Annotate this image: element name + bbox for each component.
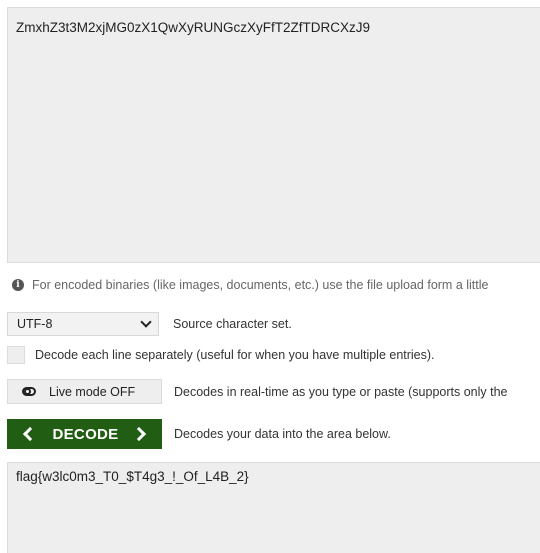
decode-row: DECODE Decodes your data into the area b… bbox=[7, 419, 391, 449]
decoded-output-value: flag{w3lc0m3_T0_$T4g3_!_Of_L4B_2} bbox=[16, 469, 249, 484]
decode-each-line-checkbox[interactable] bbox=[7, 346, 25, 364]
decode-button[interactable]: DECODE bbox=[7, 419, 162, 449]
file-upload-hint: i For encoded binaries (like images, doc… bbox=[12, 276, 488, 294]
encoded-input-value: ZmxhZ3t3M2xjMG0zX1QwXyRUNGczXyFfT2ZfTDRC… bbox=[16, 20, 371, 35]
live-mode-row: Live mode OFF Decodes in real-time as yo… bbox=[7, 379, 508, 404]
decode-page: ZmxhZ3t3M2xjMG0zX1QwXyRUNGczXyFfT2ZfTDRC… bbox=[0, 0, 540, 553]
chevron-right-icon bbox=[132, 426, 147, 442]
decode-description: Decodes your data into the area below. bbox=[174, 427, 391, 441]
each-line-row: Decode each line separately (useful for … bbox=[7, 346, 435, 364]
decode-label: DECODE bbox=[52, 425, 119, 443]
hint-text: For encoded binaries (like images, docum… bbox=[32, 278, 489, 292]
toggle-off-icon bbox=[22, 387, 36, 396]
decode-each-line-label[interactable]: Decode each line separately (useful for … bbox=[35, 348, 435, 362]
charset-selected-value: UTF-8 bbox=[17, 317, 53, 331]
chevron-down-icon bbox=[140, 316, 152, 328]
charset-row: UTF-8 Source character set. bbox=[7, 312, 292, 336]
info-icon: i bbox=[12, 279, 24, 291]
charset-select[interactable]: UTF-8 bbox=[7, 312, 159, 336]
encoded-input-textarea[interactable]: ZmxhZ3t3M2xjMG0zX1QwXyRUNGczXyFfT2ZfTDRC… bbox=[7, 7, 540, 263]
live-mode-label: Live mode OFF bbox=[49, 384, 136, 399]
live-mode-description: Decodes in real-time as you type or past… bbox=[174, 384, 508, 399]
chevron-left-icon bbox=[22, 426, 37, 442]
charset-description: Source character set. bbox=[173, 317, 292, 331]
decoded-output-textarea[interactable]: flag{w3lc0m3_T0_$T4g3_!_Of_L4B_2} bbox=[7, 462, 540, 553]
live-mode-toggle-button[interactable]: Live mode OFF bbox=[7, 379, 162, 404]
